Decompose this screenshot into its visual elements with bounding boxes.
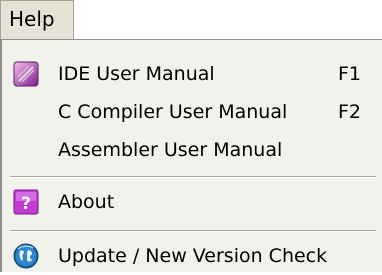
menu-bar: Help [0, 0, 382, 39]
menu-item-assembler-user-manual[interactable]: Assembler User Manual [2, 131, 382, 169]
menu-item-shortcut: F1 [338, 63, 362, 85]
menu-item-ide-user-manual[interactable]: IDE User Manual F1 [2, 55, 382, 93]
menu-item-label: Update / New Version Check [58, 245, 328, 267]
menu-separator [10, 230, 376, 232]
menu-item-c-compiler-user-manual[interactable]: C Compiler User Manual F2 [2, 93, 382, 131]
svg-text:?: ? [21, 194, 31, 214]
menu-item-update-new-version-check[interactable]: Update / New Version Check [2, 237, 382, 275]
menu-item-label: C Compiler User Manual [58, 101, 288, 123]
menu-item-label: IDE User Manual [58, 63, 215, 85]
help-menu-title[interactable]: Help [0, 0, 74, 39]
manual-icon [13, 61, 39, 87]
menu-item-label: About [58, 191, 115, 213]
help-question-icon: ? [13, 189, 39, 215]
menu-separator [10, 176, 376, 178]
menu-item-about[interactable]: ? About [2, 183, 382, 221]
menu-item-label: Assembler User Manual [58, 139, 283, 161]
help-menu-dropdown: IDE User Manual F1 C Compiler User Manua… [0, 39, 382, 272]
menu-item-shortcut: F2 [338, 101, 362, 123]
globe-update-icon [13, 243, 39, 269]
